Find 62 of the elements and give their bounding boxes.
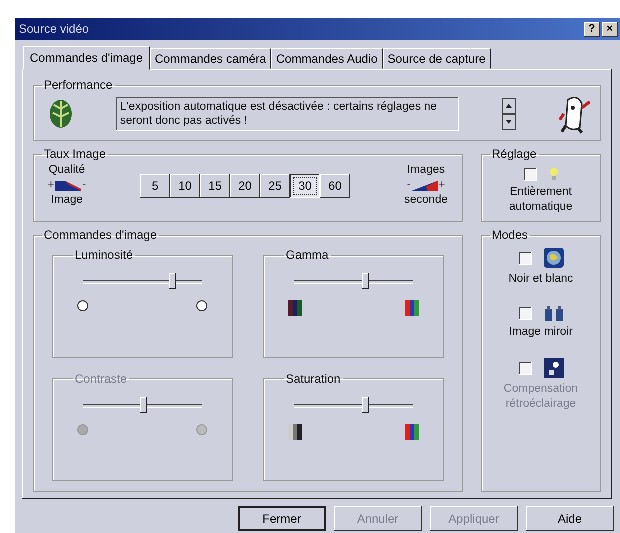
bulb-icon (548, 167, 558, 181)
circle-icon (77, 424, 89, 436)
slider-thumb[interactable] (169, 273, 176, 289)
seconds-label: seconde (404, 193, 448, 208)
rate-button[interactable]: 20 (230, 174, 260, 198)
window-title: Source vidéo (19, 22, 90, 36)
group-title: Saturation (285, 372, 342, 386)
group-title: Commandes d'image (43, 228, 158, 242)
minus-sign: - (82, 178, 86, 193)
tab[interactable]: Commandes Audio (271, 48, 383, 69)
plus-sign: + (48, 178, 54, 193)
dialog-button[interactable]: Fermer (238, 506, 326, 531)
group-title: Performance (43, 78, 114, 92)
backlight-icon (544, 358, 564, 378)
mascot-drawing (558, 94, 592, 134)
group-title: Luminosité (74, 248, 134, 262)
rate-button[interactable]: 10 (170, 174, 200, 198)
wedge-icon (412, 180, 438, 190)
images-label: Images (407, 163, 446, 178)
globe-icon (544, 248, 564, 268)
scroll-down-icon[interactable] (502, 114, 516, 130)
close-button[interactable]: × (602, 22, 618, 36)
group-title: Réglage (491, 147, 538, 161)
slider-thumb[interactable] (362, 273, 370, 289)
tab[interactable]: Commandes caméra (150, 48, 272, 69)
quality-label: Qualité (48, 163, 86, 178)
message-box: L'exposition automatique est désactivée : certains réglages ne seront donc pas activés ! (116, 97, 460, 131)
checkbox[interactable] (524, 168, 536, 180)
flag-icon (55, 180, 82, 190)
bars-icon (288, 424, 302, 440)
group-title: Taux Image (43, 147, 108, 161)
group-title: Contraste (74, 372, 128, 386)
circle-icon (77, 300, 89, 312)
checkbox[interactable] (518, 252, 532, 264)
leaf-icon (48, 99, 74, 129)
circle-icon (196, 300, 208, 312)
scroll-up-icon[interactable] (502, 98, 516, 114)
checkbox-label: Image miroir (509, 325, 573, 340)
checkbox-label: Noir et blanc (508, 272, 574, 287)
tab[interactable]: Commandes d'image (23, 46, 150, 70)
circle-icon (196, 424, 208, 436)
group-title: Modes (491, 228, 530, 242)
rate-button[interactable]: 5 (140, 174, 170, 198)
color-bars-icon (405, 300, 419, 316)
rate-button[interactable]: 25 (260, 174, 290, 198)
plus-sign: + (438, 178, 446, 193)
slider-thumb[interactable] (362, 396, 370, 412)
minus-sign: - (407, 178, 411, 193)
rate-button[interactable]: 15 (200, 174, 230, 198)
rate-button[interactable]: 30 (290, 174, 320, 198)
dialog-button[interactable]: Aide (526, 506, 614, 531)
color-bars-icon (405, 424, 419, 440)
help-button[interactable]: ? (584, 22, 600, 36)
mirror-icon (544, 305, 564, 321)
checkbox-label: Compensation rétroéclairage (502, 382, 580, 412)
rate-button[interactable]: 60 (320, 174, 350, 198)
group-title: Gamma (285, 248, 330, 262)
checkbox[interactable] (518, 306, 532, 320)
tab[interactable]: Source de capture (382, 48, 491, 69)
checkbox-label: Entièrement automatique (508, 185, 574, 215)
image-label: Image (51, 193, 84, 208)
color-bars-icon (288, 300, 302, 316)
